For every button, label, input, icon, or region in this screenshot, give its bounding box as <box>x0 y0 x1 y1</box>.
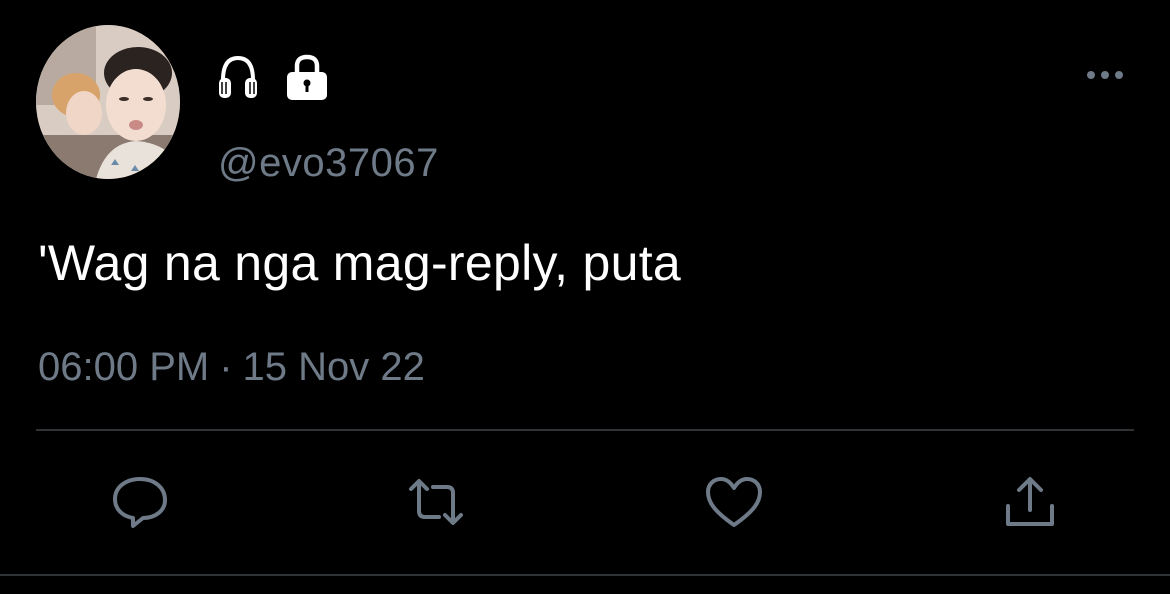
like-icon <box>704 475 764 534</box>
retweet-button[interactable] <box>404 474 468 534</box>
bottom-divider <box>0 574 1170 576</box>
headphones-icon <box>218 52 258 102</box>
tweet-text: 'Wag na nga mag-reply, puta <box>38 235 681 291</box>
tweet-timestamp[interactable]: 06:00 PM · 15 Nov 22 <box>38 345 425 390</box>
more-options-icon[interactable] <box>1082 60 1128 90</box>
reply-button[interactable] <box>108 474 172 534</box>
like-button[interactable] <box>702 474 766 534</box>
reply-icon <box>111 475 169 534</box>
lock-icon <box>284 53 330 101</box>
tweet-time: 06:00 PM <box>38 345 210 389</box>
meta-separator: · <box>219 345 233 389</box>
tweet-date: 15 Nov 22 <box>242 345 425 389</box>
share-icon <box>1002 474 1058 535</box>
user-handle[interactable]: @evo37067 <box>218 141 439 186</box>
share-button[interactable] <box>998 474 1062 534</box>
avatar[interactable] <box>36 25 180 179</box>
retweet-icon <box>403 477 469 532</box>
name-badges <box>218 52 330 102</box>
tweet-card: @evo37067 'Wag na nga mag-reply, puta 06… <box>0 0 1170 594</box>
divider <box>36 429 1134 431</box>
